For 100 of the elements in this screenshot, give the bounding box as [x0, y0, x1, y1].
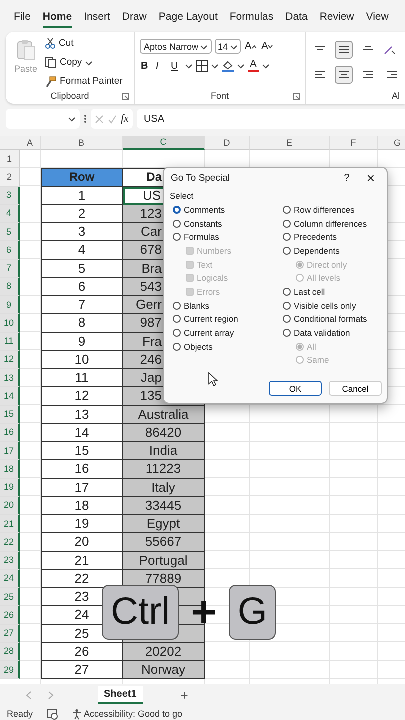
radio-button[interactable] [283, 246, 291, 255]
cut-button[interactable]: Cut [45, 35, 123, 52]
middle-align-icon[interactable] [338, 45, 350, 55]
radio-button[interactable] [173, 206, 181, 214]
row-header[interactable]: 7 [0, 260, 20, 278]
row-header[interactable]: 4 [0, 204, 20, 223]
ribbon-tab[interactable]: Page Layout [158, 11, 218, 28]
macro-icon[interactable] [47, 708, 58, 720]
grow-font-button[interactable]: A [244, 41, 258, 52]
row-header[interactable]: 12 [0, 350, 20, 369]
cancel-button[interactable]: Cancel [329, 381, 382, 396]
row-header[interactable]: 29 [0, 661, 20, 680]
font-size-dropdown[interactable]: 14 [215, 39, 241, 54]
underline-button[interactable]: U [170, 60, 182, 72]
row-header[interactable]: 2 [0, 168, 20, 186]
font-color-button[interactable]: A [248, 60, 259, 72]
radio-button[interactable] [173, 315, 181, 324]
option-label[interactable]: Dependents [294, 246, 340, 256]
sheet-tab[interactable]: Sheet1 [98, 686, 143, 704]
column-header[interactable]: D [205, 136, 250, 150]
borders-icon[interactable] [196, 60, 208, 72]
column-header[interactable]: E [250, 136, 330, 150]
ribbon-tab[interactable]: Draw [122, 11, 147, 28]
option-label[interactable]: Data validation [294, 328, 350, 338]
option-label[interactable]: Last cell [294, 286, 326, 297]
option-label[interactable]: Precedents [294, 232, 337, 242]
format-painter-button[interactable]: Format Painter [45, 73, 123, 90]
row-header[interactable]: 11 [0, 332, 20, 351]
row-header[interactable]: 18 [0, 460, 20, 478]
option-label[interactable]: Visible cells only [294, 300, 356, 311]
radio-button[interactable] [283, 288, 291, 296]
dialog-launcher-icon[interactable] [122, 93, 129, 100]
decrease-indent-icon[interactable] [386, 70, 398, 80]
row-header[interactable]: 22 [0, 533, 20, 552]
orientation-icon[interactable] [383, 45, 397, 55]
formula-field[interactable]: USA [136, 109, 405, 129]
check-icon[interactable] [108, 114, 117, 124]
dialog-launcher-icon[interactable] [293, 93, 300, 100]
ok-button[interactable]: OK [269, 381, 322, 396]
radio-button[interactable] [173, 342, 181, 351]
radio-button[interactable] [283, 206, 291, 214]
row-header[interactable]: 17 [0, 442, 20, 460]
option-label[interactable]: Conditional formats [294, 314, 368, 324]
shrink-font-button[interactable]: A [260, 41, 274, 52]
column-header[interactable]: G [378, 136, 405, 150]
ribbon-tab[interactable]: Insert [84, 11, 110, 28]
radio-button[interactable] [173, 329, 181, 338]
ribbon-tab[interactable]: Formulas [230, 11, 274, 28]
ribbon-tab[interactable]: Home [42, 11, 72, 28]
ribbon-tab[interactable]: View [366, 11, 389, 28]
ribbon-tab[interactable]: File [14, 11, 31, 28]
row-header[interactable]: 10 [0, 314, 20, 332]
ribbon-tab[interactable]: Review [320, 11, 354, 28]
radio-button[interactable] [173, 233, 181, 242]
help-button[interactable]: ? [334, 172, 360, 184]
row-header[interactable]: 19 [0, 478, 20, 497]
row-header[interactable]: 27 [0, 624, 20, 643]
italic-button[interactable]: I [155, 60, 167, 72]
row-header[interactable]: 6 [0, 241, 20, 260]
row-header[interactable]: 13 [0, 369, 20, 388]
row-header[interactable]: 20 [0, 496, 20, 515]
row-header[interactable]: 15 [0, 406, 20, 424]
column-header[interactable]: B [41, 136, 123, 150]
radio-button[interactable] [283, 233, 291, 242]
radio-button[interactable] [283, 302, 291, 310]
row-header[interactable]: 8 [0, 278, 20, 296]
option-label[interactable]: Column differences [294, 218, 368, 229]
row-header[interactable]: 3 [0, 186, 20, 205]
row-header[interactable]: 28 [0, 642, 20, 661]
bold-button[interactable]: B [140, 60, 152, 72]
font-name-dropdown[interactable]: Aptos Narrow [140, 39, 212, 54]
column-header[interactable]: A [20, 136, 41, 150]
row-header[interactable]: 23 [0, 552, 20, 570]
align-right-icon[interactable] [362, 70, 374, 80]
row-header[interactable]: 25 [0, 588, 20, 606]
row-header[interactable]: 21 [0, 515, 20, 534]
row-header[interactable]: 1 [0, 150, 20, 168]
center-icon[interactable] [338, 70, 350, 80]
row-header[interactable]: 5 [0, 223, 20, 242]
insert-function-button[interactable]: fx [121, 113, 129, 125]
radio-button[interactable] [283, 329, 291, 338]
row-header[interactable]: 16 [0, 424, 20, 442]
fill-color-icon[interactable] [222, 60, 234, 72]
copy-button[interactable]: Copy [45, 54, 123, 71]
row-header[interactable]: 24 [0, 570, 20, 588]
accessibility-status[interactable]: Accessibility: Good to go [84, 709, 183, 719]
row-header[interactable]: 9 [0, 296, 20, 314]
add-sheet-button[interactable]: + [180, 688, 188, 702]
radio-button[interactable] [173, 302, 181, 310]
close-button[interactable]: × [360, 170, 382, 186]
column-header[interactable]: F [330, 136, 378, 150]
radio-button[interactable] [283, 220, 291, 228]
column-header[interactable]: C [123, 136, 205, 150]
radio-button[interactable] [283, 315, 291, 324]
ribbon-tab[interactable]: Data [286, 11, 308, 28]
row-header[interactable]: 26 [0, 606, 20, 624]
radio-button[interactable] [173, 220, 181, 228]
row-header[interactable]: 14 [0, 387, 20, 406]
option-label[interactable]: Row differences [294, 204, 355, 215]
align-left-icon[interactable] [314, 70, 326, 80]
